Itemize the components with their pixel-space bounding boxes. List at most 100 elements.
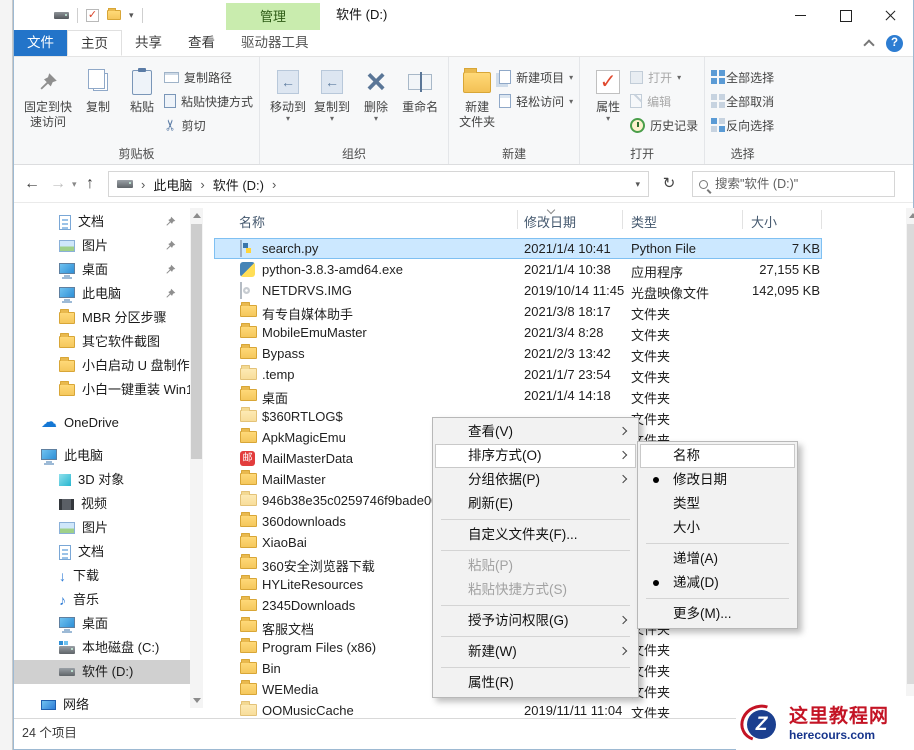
- column-divider[interactable]: [517, 210, 518, 229]
- column-header-type[interactable]: 类型: [631, 212, 657, 231]
- sidebar-scrollbar[interactable]: [190, 208, 203, 708]
- breadcrumb-item-this-pc[interactable]: 此电脑: [153, 175, 192, 194]
- scrollbar-thumb[interactable]: [907, 224, 914, 684]
- copy-path-button[interactable]: 复制路径: [164, 66, 253, 88]
- close-button[interactable]: [868, 0, 913, 30]
- context-menu-item[interactable]: 自定义文件夹(F)...: [435, 523, 636, 547]
- sidebar-item[interactable]: 下载: [14, 564, 190, 588]
- file-row[interactable]: NETDRVS.IMG 2019/10/14 11:45 光盘映像文件 142,…: [214, 280, 822, 301]
- column-divider[interactable]: [622, 210, 623, 229]
- submenu-item[interactable]: 更多(M)...: [640, 602, 795, 626]
- pin-to-quick-access-button[interactable]: 固定到快 速访问: [20, 60, 76, 130]
- tab-view[interactable]: 查看: [175, 30, 228, 56]
- forward-button[interactable]: [50, 165, 66, 203]
- rename-button[interactable]: 重命名: [398, 60, 442, 115]
- collapse-ribbon-icon[interactable]: [863, 39, 874, 50]
- properties-button[interactable]: 属性▾: [586, 60, 630, 123]
- search-input[interactable]: [715, 177, 888, 191]
- new-item-button[interactable]: 新建项目▾: [499, 66, 573, 88]
- scroll-up-icon[interactable]: [193, 213, 201, 218]
- submenu-item[interactable]: 修改日期: [640, 468, 795, 492]
- submenu-item[interactable]: 大小: [640, 516, 795, 540]
- tab-share[interactable]: 共享: [122, 30, 175, 56]
- sidebar-item[interactable]: 此电脑: [14, 282, 190, 306]
- context-menu-item[interactable]: 排序方式(O): [435, 444, 636, 468]
- scroll-down-icon[interactable]: [193, 698, 201, 703]
- context-menu-item[interactable]: 刷新(E): [435, 492, 636, 516]
- sidebar-item[interactable]: 文档: [14, 210, 190, 234]
- submenu-item[interactable]: 名称: [640, 444, 795, 468]
- sidebar-item[interactable]: 小白启动 U 盘制作步: [14, 354, 190, 378]
- minimize-button[interactable]: [778, 0, 823, 30]
- breadcrumb[interactable]: › 此电脑 › 软件 (D:) ›: [108, 171, 649, 197]
- sidebar-item[interactable]: 3D 对象: [14, 468, 190, 492]
- tab-drive-tools[interactable]: 驱动器工具: [228, 30, 322, 56]
- sidebar-item[interactable]: 网络: [14, 693, 190, 717]
- context-menu-item[interactable]: 粘贴快捷方式(S): [435, 578, 636, 602]
- help-button[interactable]: ?: [886, 35, 903, 52]
- context-menu-item[interactable]: 属性(R): [435, 671, 636, 695]
- paste-shortcut-button[interactable]: 粘贴快捷方式: [164, 90, 253, 112]
- file-row[interactable]: search.py 2021/1/4 10:41 Python File 7 K…: [214, 238, 822, 259]
- maximize-button[interactable]: [823, 0, 868, 30]
- sidebar-item[interactable]: MBR 分区步骤: [14, 306, 190, 330]
- breadcrumb-item-drive-d[interactable]: 软件 (D:): [213, 175, 264, 194]
- address-dropdown-chevron-icon[interactable]: [635, 179, 640, 190]
- sidebar-item[interactable]: 音乐: [14, 588, 190, 612]
- column-header-size[interactable]: 大小: [751, 212, 777, 231]
- delete-button[interactable]: 删除▾: [354, 60, 398, 123]
- sidebar-item[interactable]: 其它软件截图: [14, 330, 190, 354]
- sidebar-item[interactable]: 视频: [14, 492, 190, 516]
- move-to-button[interactable]: 移动到▾: [266, 60, 310, 123]
- context-menu-item[interactable]: 分组依据(P): [435, 468, 636, 492]
- new-folder-shortcut-icon[interactable]: [107, 10, 121, 20]
- sidebar-item[interactable]: 桌面: [14, 612, 190, 636]
- recent-locations-chevron-icon[interactable]: [72, 165, 77, 203]
- sidebar-item[interactable]: 本地磁盘 (C:): [14, 636, 190, 660]
- qat-customize-chevron-icon[interactable]: [129, 10, 134, 21]
- back-button[interactable]: [24, 165, 40, 203]
- sidebar-item[interactable]: 软件 (D:): [14, 660, 190, 684]
- file-row[interactable]: 桌面 2021/1/4 14:18 文件夹: [214, 385, 822, 406]
- scroll-up-icon[interactable]: [909, 213, 914, 218]
- new-folder-button[interactable]: 新建 文件夹: [455, 60, 499, 130]
- column-header-date-modified[interactable]: 修改日期: [524, 212, 576, 231]
- context-menu-item[interactable]: 新建(W): [435, 640, 636, 664]
- sidebar-item[interactable]: 图片: [14, 516, 190, 540]
- file-row[interactable]: python-3.8.3-amd64.exe 2021/1/4 10:38 应用…: [214, 259, 822, 280]
- properties-shortcut-icon[interactable]: [86, 9, 99, 22]
- sidebar-item[interactable]: 图片: [14, 234, 190, 258]
- column-divider[interactable]: [742, 210, 743, 229]
- file-row[interactable]: .temp 2021/1/7 23:54 文件夹: [214, 364, 822, 385]
- cut-button[interactable]: 剪切: [164, 114, 253, 136]
- select-none-button[interactable]: 全部取消: [711, 90, 774, 112]
- column-divider[interactable]: [821, 210, 822, 229]
- file-row[interactable]: 有专自媒体助手 2021/3/8 18:17 文件夹: [214, 301, 822, 322]
- tab-home[interactable]: 主页: [67, 30, 122, 56]
- sidebar-item[interactable]: 桌面: [14, 258, 190, 282]
- refresh-button[interactable]: [654, 171, 684, 197]
- easy-access-button[interactable]: 轻松访问▾: [499, 90, 573, 112]
- file-row[interactable]: Bypass 2021/2/3 13:42 文件夹: [214, 343, 822, 364]
- tab-file[interactable]: 文件: [14, 30, 67, 56]
- file-row[interactable]: MobileEmuMaster 2021/3/4 8:28 文件夹: [214, 322, 822, 343]
- select-all-button[interactable]: 全部选择: [711, 66, 774, 88]
- file-row[interactable]: OOMusicCache 2019/11/11 11:04 文件夹: [214, 700, 822, 718]
- history-button[interactable]: 历史记录: [630, 114, 698, 136]
- sidebar-item[interactable]: 文档: [14, 540, 190, 564]
- scrollbar-thumb[interactable]: [191, 224, 202, 459]
- sidebar-item[interactable]: 此电脑: [14, 444, 190, 468]
- up-button[interactable]: [86, 165, 94, 203]
- copy-to-button[interactable]: 复制到▾: [310, 60, 354, 123]
- submenu-item[interactable]: 类型: [640, 492, 795, 516]
- sidebar-item[interactable]: 小白一键重装 Win10: [14, 378, 190, 402]
- column-header-name[interactable]: 名称: [239, 212, 265, 231]
- sidebar-item[interactable]: OneDrive: [14, 411, 190, 435]
- context-menu-item[interactable]: 授予访问权限(G): [435, 609, 636, 633]
- submenu-item[interactable]: 递增(A): [640, 547, 795, 571]
- copy-button[interactable]: 复制: [76, 60, 120, 115]
- submenu-item[interactable]: 递减(D): [640, 571, 795, 595]
- paste-button[interactable]: 粘贴: [120, 60, 164, 115]
- file-list-scrollbar[interactable]: [906, 208, 914, 716]
- context-menu-item[interactable]: 粘贴(P): [435, 554, 636, 578]
